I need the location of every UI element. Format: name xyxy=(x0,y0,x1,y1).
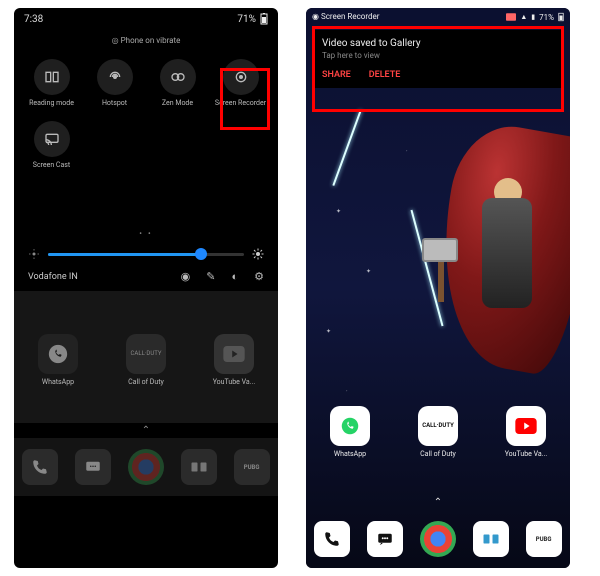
notification-delete-button[interactable]: DELETE xyxy=(369,70,401,80)
qs-screen-cast[interactable]: Screen Cast xyxy=(20,121,83,169)
whatsapp-icon xyxy=(47,343,69,365)
brightness-low-icon xyxy=(28,248,40,260)
dock-phone[interactable] xyxy=(314,521,350,557)
battery-icon xyxy=(558,12,564,22)
app-youtube-vanced[interactable]: YouTube Va... xyxy=(199,334,269,386)
notification-title: Video saved to Gallery xyxy=(322,38,554,49)
qs-label: Screen Recorder xyxy=(215,99,266,107)
messages-icon xyxy=(84,458,102,476)
phone-icon xyxy=(31,458,49,476)
pubg-icon: PUBG xyxy=(536,536,552,543)
settings-gear-icon[interactable]: ⚙ xyxy=(254,270,264,283)
cast-icon xyxy=(44,131,60,147)
qs-label: Zen Mode xyxy=(162,99,193,107)
edit-icon[interactable]: ✎ xyxy=(206,270,215,283)
page-indicator: • • xyxy=(14,169,278,238)
dock-pubg[interactable]: PUBG xyxy=(234,449,270,485)
zen-icon xyxy=(170,69,186,85)
app-label: YouTube Va... xyxy=(505,450,548,458)
quick-settings-row2: Screen Cast xyxy=(14,107,278,169)
qs-screen-recorder[interactable]: Screen Recorder xyxy=(209,59,272,107)
book-icon xyxy=(44,69,60,85)
wallpaper-character xyxy=(392,88,570,388)
pubg-icon: PUBG xyxy=(244,464,260,471)
qs-hotspot[interactable]: Hotspot xyxy=(83,59,146,107)
mx-icon xyxy=(190,458,208,476)
whatsapp-icon xyxy=(339,415,361,437)
youtube-icon xyxy=(223,346,245,362)
dock-mx-player[interactable] xyxy=(473,521,509,557)
qs-label: Reading mode xyxy=(29,99,74,107)
dock: PUBG xyxy=(306,510,570,568)
messages-icon xyxy=(376,530,394,548)
app-whatsapp[interactable]: WhatsApp xyxy=(23,334,93,386)
mx-icon xyxy=(482,530,500,548)
vibrate-text: Phone on vibrate xyxy=(121,36,181,45)
app-label: Call of Duty xyxy=(128,378,164,386)
brightness-slider-row xyxy=(14,238,278,268)
home-row: WhatsApp CALL·DUTY Call of Duty YouTube … xyxy=(14,291,278,423)
dock-pubg[interactable]: PUBG xyxy=(526,521,562,557)
dock-phone[interactable] xyxy=(22,449,58,485)
user-switch-icon[interactable]: ◉ xyxy=(181,270,191,283)
battery-percent: 71% xyxy=(237,14,256,25)
app-label: WhatsApp xyxy=(42,378,74,386)
app-drawer-handle[interactable]: ⌃ xyxy=(306,495,570,510)
home-row: WhatsApp CALL·DUTY Call of Duty YouTube … xyxy=(306,363,570,495)
dock-mx-player[interactable] xyxy=(181,449,217,485)
notification-subtitle: Tap here to view xyxy=(322,51,554,60)
dock-chrome[interactable] xyxy=(420,521,456,557)
dock: PUBG xyxy=(14,438,278,496)
status-bar: 7:38 71% xyxy=(14,8,278,30)
globe-icon[interactable]: ◐ xyxy=(231,270,238,283)
recording-indicator: ◉ Screen Recorder xyxy=(312,12,379,22)
dock-chrome[interactable] xyxy=(128,449,164,485)
phone-icon xyxy=(323,530,341,548)
hotspot-icon xyxy=(107,69,123,85)
dock-messages[interactable] xyxy=(367,521,403,557)
ringer-status: ◎ Phone on vibrate xyxy=(14,30,278,55)
vibrate-icon: ◎ xyxy=(112,36,121,45)
clock: 7:38 xyxy=(24,14,43,25)
app-youtube-vanced[interactable]: YouTube Va... xyxy=(491,406,561,458)
phone-left-quicksettings: 7:38 71% ◎ Phone on vibrate Reading mode… xyxy=(14,8,278,568)
cod-icon: CALL·DUTY xyxy=(126,334,166,374)
app-label: WhatsApp xyxy=(334,450,366,458)
qs-footer: Vodafone IN ◉ ✎ ◐ ⚙ xyxy=(14,268,278,291)
cast-status-icon xyxy=(506,13,516,21)
app-label: YouTube Va... xyxy=(213,378,256,386)
notification-screen-recorder[interactable]: Video saved to Gallery Tap here to view … xyxy=(312,30,564,88)
brightness-slider[interactable] xyxy=(48,253,244,256)
phone-right-home: ✦ ✦ ✦ · · ◉ Screen Recorder ▲ ▮ 71% Vide… xyxy=(306,8,570,568)
record-icon xyxy=(233,69,249,85)
cod-icon: CALL·DUTY xyxy=(418,406,458,446)
quick-settings-row1: Reading mode Hotspot Zen Mode Screen Rec… xyxy=(14,55,278,107)
battery-icon xyxy=(260,13,268,25)
app-drawer-handle[interactable]: ⌃ xyxy=(14,423,278,438)
app-call-of-duty[interactable]: CALL·DUTY Call of Duty xyxy=(111,334,181,386)
battery-percent: 71% xyxy=(539,13,554,22)
status-bar: ◉ Screen Recorder ▲ ▮ 71% xyxy=(312,12,564,22)
app-whatsapp[interactable]: WhatsApp xyxy=(315,406,385,458)
status-right: 71% xyxy=(237,13,268,25)
youtube-icon xyxy=(515,418,537,434)
carrier-name: Vodafone IN xyxy=(28,272,78,282)
brightness-high-icon xyxy=(252,248,264,260)
qs-label: Screen Cast xyxy=(33,161,70,169)
dock-messages[interactable] xyxy=(75,449,111,485)
app-label: Call of Duty xyxy=(420,450,456,458)
qs-zen-mode[interactable]: Zen Mode xyxy=(146,59,209,107)
qs-label: Hotspot xyxy=(102,99,127,107)
qs-reading-mode[interactable]: Reading mode xyxy=(20,59,83,107)
notification-share-button[interactable]: SHARE xyxy=(322,70,351,80)
app-call-of-duty[interactable]: CALL·DUTY Call of Duty xyxy=(403,406,473,458)
